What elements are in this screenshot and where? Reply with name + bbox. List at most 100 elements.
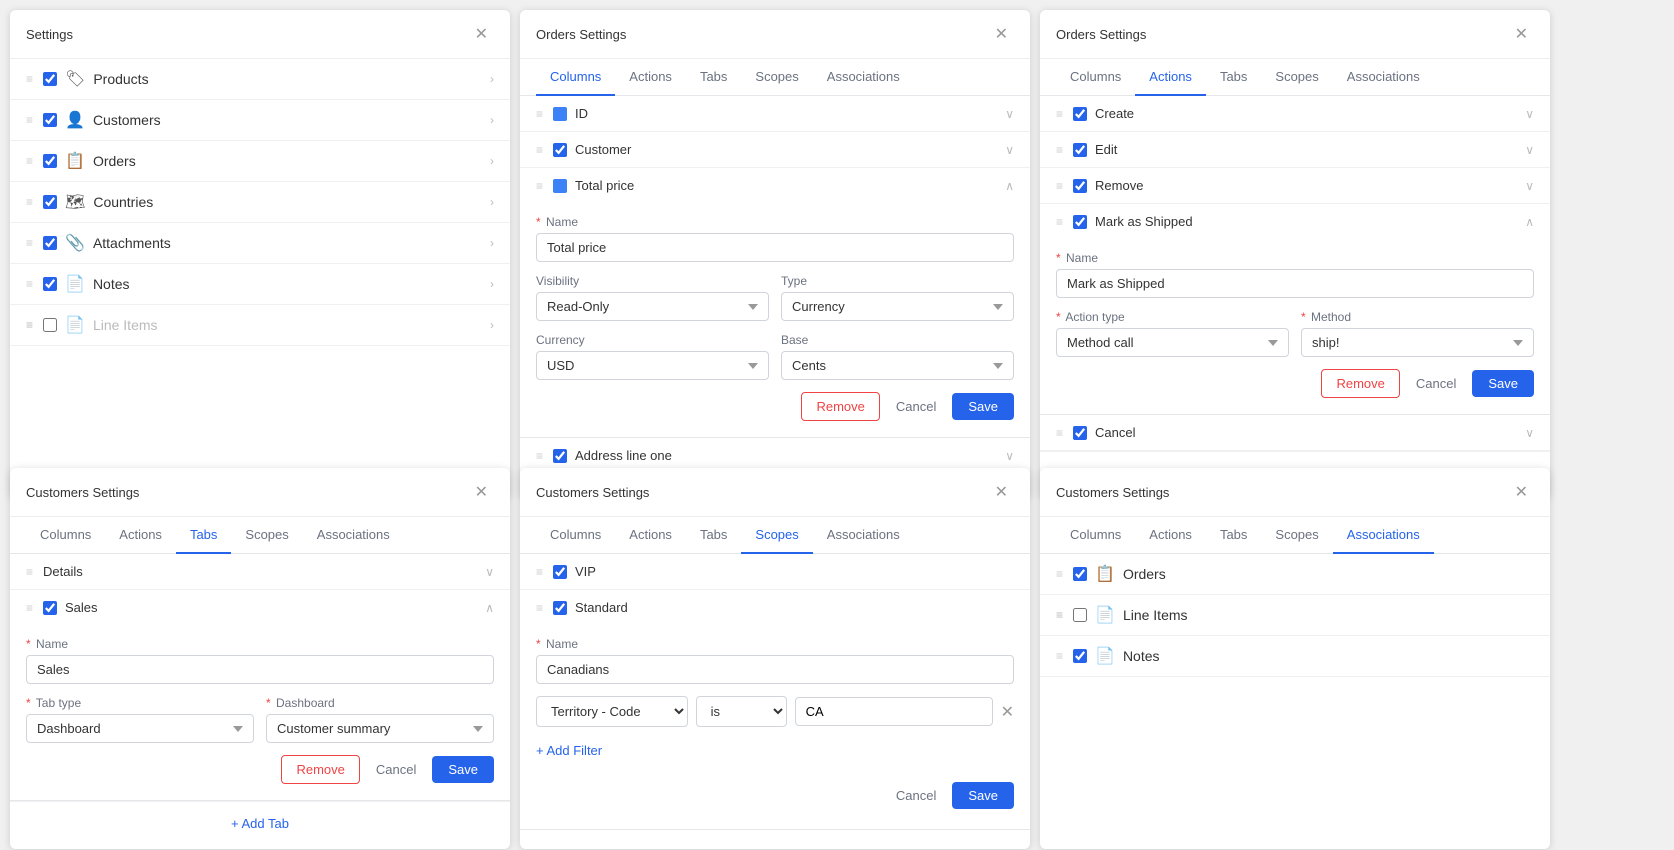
tab-tabs-cs[interactable]: Tabs: [686, 517, 741, 554]
checkbox-customer[interactable]: [553, 143, 567, 157]
tab-actions-ca[interactable]: Actions: [1135, 517, 1206, 554]
method-select[interactable]: ship! cancel! archive!: [1301, 328, 1534, 357]
checkbox-create[interactable]: [1073, 107, 1087, 121]
tab-associations-1[interactable]: Associations: [813, 59, 914, 96]
tab-actions-1[interactable]: Actions: [615, 59, 686, 96]
expand-edit[interactable]: ∨: [1525, 143, 1534, 157]
tab-columns-ct[interactable]: Columns: [26, 517, 105, 554]
remove-total-price-btn[interactable]: Remove: [801, 392, 879, 421]
tab-scopes-cs[interactable]: Scopes: [741, 517, 812, 554]
customers-scopes-close-btn[interactable]: ✕: [989, 480, 1014, 504]
save-scope-btn[interactable]: Save: [952, 782, 1014, 809]
tab-actions-ct[interactable]: Actions: [105, 517, 176, 554]
checkbox-assoc-line-items[interactable]: [1073, 608, 1087, 622]
expand-cancel-action[interactable]: ∨: [1525, 426, 1534, 440]
visibility-select[interactable]: Read-Only Editable Hidden: [536, 292, 769, 321]
sales-name-input[interactable]: [26, 655, 494, 684]
settings-close-btn[interactable]: ✕: [469, 22, 494, 46]
expand-remove[interactable]: ∨: [1525, 179, 1534, 193]
tab-associations-ct[interactable]: Associations: [303, 517, 404, 554]
action-type-select[interactable]: Method call URL Script: [1056, 328, 1289, 357]
checkbox-address[interactable]: [553, 449, 567, 463]
save-sales-btn[interactable]: Save: [432, 756, 494, 783]
save-total-price-btn[interactable]: Save: [952, 393, 1014, 420]
checkbox-assoc-orders[interactable]: [1073, 567, 1087, 581]
type-select[interactable]: Currency Text Number: [781, 292, 1014, 321]
cancel-sales-btn[interactable]: Cancel: [368, 756, 424, 783]
checkbox-assoc-notes[interactable]: [1073, 649, 1087, 663]
expand-id[interactable]: ∨: [1005, 107, 1014, 121]
checkbox-edit[interactable]: [1073, 143, 1087, 157]
filter-operator-select[interactable]: is is not contains: [696, 696, 787, 727]
expand-details[interactable]: ∨: [485, 565, 494, 579]
orders-actions-close-btn[interactable]: ✕: [1509, 22, 1534, 46]
checkbox-line-items[interactable]: [43, 318, 57, 332]
add-tab-btn[interactable]: + Add Tab: [26, 806, 494, 841]
customers-associations-close-btn[interactable]: ✕: [1509, 480, 1534, 504]
tab-scopes-2[interactable]: Scopes: [1261, 59, 1332, 96]
icon-id: [553, 107, 567, 121]
tab-scopes-1[interactable]: Scopes: [741, 59, 812, 96]
settings-item-countries[interactable]: ≡ 🗺 Countries ›: [10, 182, 510, 223]
cancel-scope-btn[interactable]: Cancel: [888, 782, 944, 809]
type-col: Type Currency Text Number: [781, 274, 1014, 321]
add-filter-btn[interactable]: + Add Filter: [536, 735, 602, 766]
tab-type-select[interactable]: Dashboard Standard: [26, 714, 254, 743]
settings-item-orders[interactable]: ≡ 📋 Orders ›: [10, 141, 510, 182]
tab-associations-ca[interactable]: Associations: [1333, 517, 1434, 554]
checkbox-cancel-action[interactable]: [1073, 426, 1087, 440]
orders-columns-close-btn[interactable]: ✕: [989, 22, 1014, 46]
checkbox-notes[interactable]: [43, 277, 57, 291]
cancel-mark-shipped-btn[interactable]: Cancel: [1408, 370, 1464, 397]
remove-sales-btn[interactable]: Remove: [281, 755, 359, 784]
tab-columns-ca[interactable]: Columns: [1056, 517, 1135, 554]
expand-address[interactable]: ∨: [1005, 449, 1014, 463]
filter-remove-btn[interactable]: ✕: [1001, 702, 1014, 722]
checkbox-mark-shipped[interactable]: [1073, 215, 1087, 229]
tab-scopes-ca[interactable]: Scopes: [1261, 517, 1332, 554]
remove-mark-shipped-btn[interactable]: Remove: [1321, 369, 1399, 398]
settings-item-notes[interactable]: ≡ 📄 Notes ›: [10, 264, 510, 305]
tab-columns-1[interactable]: Columns: [536, 59, 615, 96]
expand-total-price[interactable]: ∧: [1005, 179, 1014, 193]
tab-scopes-ct[interactable]: Scopes: [231, 517, 302, 554]
tab-associations-2[interactable]: Associations: [1333, 59, 1434, 96]
dashboard-select[interactable]: Customer summary Sales overview: [266, 714, 494, 743]
settings-item-products[interactable]: ≡ 🏷 Products ›: [10, 59, 510, 100]
tab-associations-cs[interactable]: Associations: [813, 517, 914, 554]
settings-item-attachments[interactable]: ≡ 📎 Attachments ›: [10, 223, 510, 264]
expand-mark-shipped[interactable]: ∧: [1525, 215, 1534, 229]
tab-tabs-1[interactable]: Tabs: [686, 59, 741, 96]
cancel-total-price-btn[interactable]: Cancel: [888, 393, 944, 420]
checkbox-countries[interactable]: [43, 195, 57, 209]
checkbox-products[interactable]: [43, 72, 57, 86]
checkbox-remove-action[interactable]: [1073, 179, 1087, 193]
checkbox-customers[interactable]: [43, 113, 57, 127]
tab-tabs-ct[interactable]: Tabs: [176, 517, 231, 554]
name-input[interactable]: [536, 233, 1014, 262]
filter-field-select[interactable]: Territory - Code Name Email: [536, 696, 688, 727]
checkbox-vip[interactable]: [553, 565, 567, 579]
scope-name-input[interactable]: [536, 655, 1014, 684]
tab-actions-2[interactable]: Actions: [1135, 59, 1206, 96]
save-mark-shipped-btn[interactable]: Save: [1472, 370, 1534, 397]
checkbox-orders[interactable]: [43, 154, 57, 168]
checkbox-attachments[interactable]: [43, 236, 57, 250]
customers-tabs-close-btn[interactable]: ✕: [469, 480, 494, 504]
currency-select[interactable]: USD EUR GBP: [536, 351, 769, 380]
action-name-input[interactable]: [1056, 269, 1534, 298]
tab-columns-2[interactable]: Columns: [1056, 59, 1135, 96]
tab-columns-cs[interactable]: Columns: [536, 517, 615, 554]
expand-sales[interactable]: ∧: [485, 601, 494, 615]
checkbox-standard[interactable]: [553, 601, 567, 615]
checkbox-sales[interactable]: [43, 601, 57, 615]
settings-item-customers[interactable]: ≡ 👤 Customers ›: [10, 100, 510, 141]
filter-value-input[interactable]: [795, 697, 993, 726]
settings-item-line-items[interactable]: ≡ 📄 Line Items ›: [10, 305, 510, 346]
base-select[interactable]: Cents Dollars: [781, 351, 1014, 380]
expand-create[interactable]: ∨: [1525, 107, 1534, 121]
tab-tabs-ca[interactable]: Tabs: [1206, 517, 1261, 554]
tab-tabs-2[interactable]: Tabs: [1206, 59, 1261, 96]
expand-customer[interactable]: ∨: [1005, 143, 1014, 157]
tab-actions-cs[interactable]: Actions: [615, 517, 686, 554]
